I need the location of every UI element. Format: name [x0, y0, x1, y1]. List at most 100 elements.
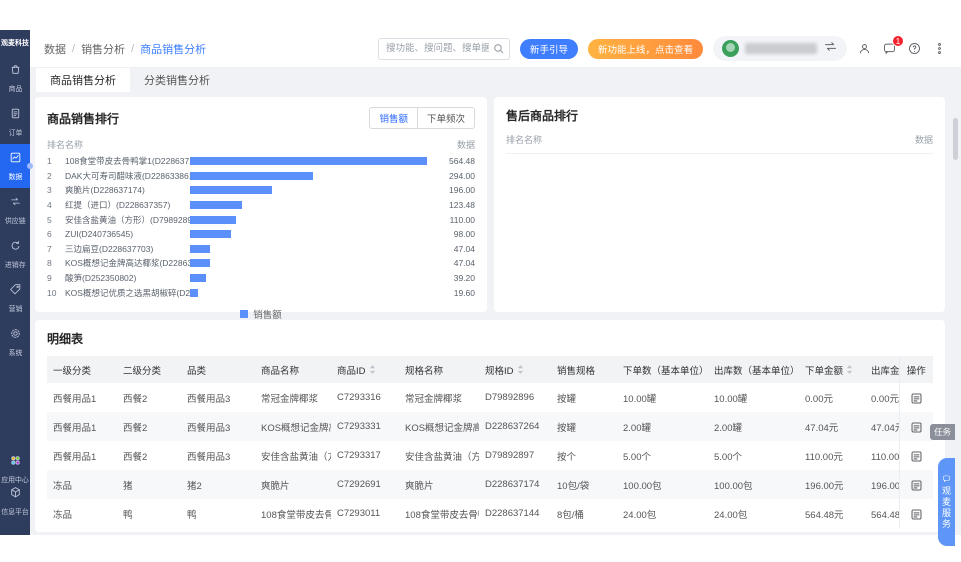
sort-icon [369, 365, 375, 374]
cell: 常冠金牌椰浆 [405, 393, 463, 405]
bar[interactable] [190, 201, 242, 210]
bar[interactable] [190, 186, 273, 195]
bar[interactable] [190, 157, 427, 166]
cell: 110.00元 [871, 451, 899, 463]
col-header: 品类 [181, 356, 255, 383]
sidebar-item-data[interactable]: 数据 [0, 144, 33, 188]
metric-toggle: 销售额 下单频次 [369, 107, 475, 129]
service-label: 观麦服务 [941, 486, 951, 530]
toggle-order-frequency[interactable]: 下单频次 [417, 107, 475, 129]
value: 196.00 [449, 185, 475, 196]
chart-row: 10 KOS概想记优质之选黑胡椒碎(D228634296) 19.60 [47, 285, 475, 300]
main-content: 商品销售排行 销售额 下单频次 排名 名称 数据 1 108食堂带皮去骨鸭掌1(D… [30, 92, 961, 535]
value: 564.48 [449, 156, 475, 167]
col-header-sortable[interactable]: 商品ID [331, 356, 399, 383]
product-name: KOS概想记金牌高达椰浆(D228637264) [65, 258, 190, 269]
value: 123.48 [449, 200, 475, 211]
sidebar-item-marketing[interactable]: 营销 [0, 276, 30, 320]
more-icon[interactable] [932, 41, 947, 56]
cell: 2.00罐 [623, 422, 651, 434]
chart-row: 9 酸笋(D252350802) 39.20 [47, 271, 475, 286]
breadcrumb-item[interactable]: 销售分析 [81, 41, 125, 57]
cell: 西餐2 [123, 422, 148, 434]
breadcrumb-item[interactable]: 数据 [44, 41, 66, 57]
table-row: 冻品 猪 猪2 爽脆片 C7292691 爽脆片 D228637174 10包/袋 100.00… [47, 470, 933, 499]
cell: C7293317 [337, 450, 381, 461]
cell: 0.00元 [871, 393, 899, 405]
sidebar-item-supply-chain[interactable]: 供应链 [0, 188, 30, 232]
chat-icon [943, 475, 950, 483]
bar[interactable] [190, 244, 210, 253]
col-header-sortable[interactable]: 下单数（基本单位） [617, 356, 708, 383]
cell: 108食堂带皮去骨鸭掌1 [405, 509, 479, 521]
cell: 47.04元 [805, 422, 839, 434]
row-action-button[interactable] [908, 504, 925, 523]
sidebar-item-label: 订单 [8, 127, 22, 137]
col-header: 规格名称 [399, 356, 479, 383]
cell: 196.00元 [871, 480, 899, 492]
search-icon[interactable] [492, 42, 505, 55]
sidebar-item-orders[interactable]: 订单 [0, 100, 30, 144]
bar[interactable] [190, 288, 199, 297]
chart-row: 2 DAK大可寿司醋味液(D228633861) 294.00 [47, 169, 475, 184]
bar[interactable] [190, 230, 232, 239]
report-icon [911, 480, 922, 491]
breadcrumb-current: 商品销售分析 [140, 43, 207, 56]
info-platform-icon [9, 486, 22, 504]
legend-swatch [240, 309, 249, 318]
tab-category-sales-analysis[interactable]: 分类销售分析 [130, 68, 224, 92]
cell: 47.04元 [871, 422, 899, 434]
switch-account-icon[interactable] [823, 39, 838, 59]
col-header-sortable[interactable]: 规格ID [479, 356, 551, 383]
bar[interactable] [190, 274, 207, 283]
rank: 8 [47, 258, 52, 269]
value: 110.00 [449, 214, 475, 225]
table-header-row: 一级分类 二级分类 品类 商品名称 商品ID 规格名称 规格ID 销售规格 下单… [47, 356, 933, 383]
col-header-sortable[interactable]: 出库数（基本单位） [708, 356, 799, 383]
scrollbar-thumb[interactable] [953, 118, 958, 160]
toggle-sales-amount[interactable]: 销售额 [369, 107, 418, 129]
sidebar-item-app-center[interactable]: 应用中心 [0, 447, 30, 491]
cell: C7293011 [337, 508, 381, 519]
user-menu[interactable] [713, 36, 847, 61]
row-action-button[interactable] [908, 446, 925, 465]
task-tag[interactable]: 任务 [929, 424, 955, 440]
row-action-button[interactable] [908, 475, 925, 494]
rank: 6 [47, 229, 52, 240]
messages-icon[interactable]: 1 [882, 35, 904, 56]
customer-service-icon[interactable] [857, 41, 872, 56]
sidebar-item-inventory[interactable]: 进销存 [0, 232, 30, 276]
app-logo: 观麦科技 [1, 40, 29, 47]
row-action-button[interactable] [908, 417, 925, 436]
product-name: 安佳含盐黄油（方形）(D79892897) [65, 214, 190, 225]
tab-product-sales-analysis[interactable]: 商品销售分析 [36, 68, 130, 92]
new-feature-button[interactable]: 新功能上线，点击查看 [587, 38, 703, 59]
col-header-sortable[interactable]: 下单金额 [799, 356, 865, 383]
help-icon[interactable] [907, 41, 922, 56]
cell: 564.48元 [871, 509, 899, 521]
row-action-button[interactable] [908, 388, 925, 407]
chart-legend[interactable]: 销售额 [47, 307, 475, 321]
rank: 3 [47, 185, 52, 196]
legend-label: 销售额 [253, 309, 282, 321]
cell: 按罐 [557, 393, 577, 405]
search-input[interactable] [377, 37, 510, 60]
bar[interactable] [190, 215, 237, 224]
breadcrumb: 数据 / 销售分析 / 商品销售分析 [44, 41, 206, 57]
col-rank: 排名 [47, 140, 66, 150]
cell: 100.00包 [623, 480, 662, 492]
chart-row: 6 ZUI(D240736545) 98.00 [47, 227, 475, 242]
rank: 2 [47, 170, 52, 181]
after-sales-rank-card: 售后商品排行 排名 名称 数据 [494, 97, 945, 312]
sidebar-item-system[interactable]: 系统 [0, 320, 30, 364]
username-redacted [745, 43, 817, 54]
cell: 鸭 [187, 509, 197, 521]
guide-button[interactable]: 新手引导 [519, 38, 578, 59]
sidebar-item-goods[interactable]: 商品 [0, 56, 30, 100]
service-button[interactable]: 观麦服务 [938, 458, 955, 546]
avatar [722, 40, 739, 57]
goods-icon [9, 63, 22, 81]
bar[interactable] [190, 259, 210, 268]
sidebar-item-info-platform[interactable]: 信息平台 [0, 486, 30, 535]
bar[interactable] [190, 171, 314, 180]
